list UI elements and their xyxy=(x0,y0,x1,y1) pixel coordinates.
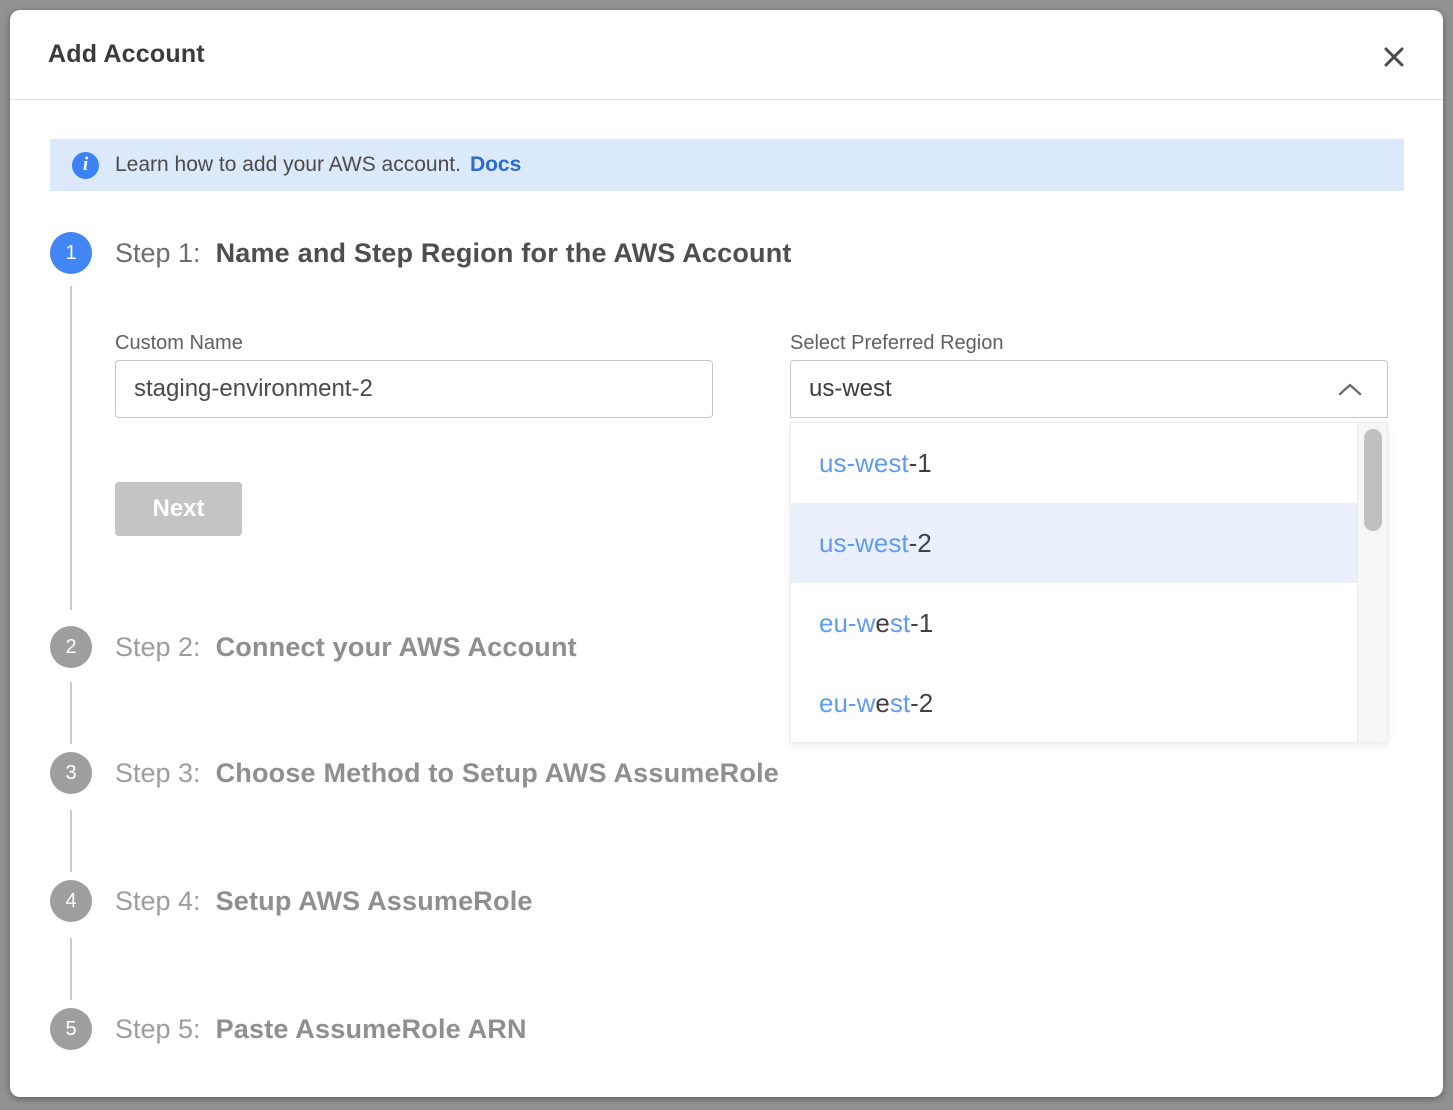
step1-indicator: 1 xyxy=(50,232,92,274)
dropdown-scrollbar-thumb[interactable] xyxy=(1364,429,1382,531)
docs-link[interactable]: Docs xyxy=(470,153,521,177)
step2-label: Step 2: xyxy=(115,632,201,663)
step5-label: Step 5: xyxy=(115,1014,201,1045)
step5-indicator: 5 xyxy=(50,1008,92,1050)
chevron-up-icon xyxy=(1337,381,1363,397)
custom-name-label: Custom Name xyxy=(115,332,243,355)
step4-title: Setup AWS AssumeRole xyxy=(216,886,533,917)
region-select-value: us-west xyxy=(809,375,892,403)
region-option[interactable]: eu-west-2 xyxy=(791,663,1358,743)
dropdown-scrollbar-track[interactable] xyxy=(1357,423,1387,742)
modal-header: Add Account xyxy=(10,10,1443,100)
custom-name-input[interactable] xyxy=(115,360,713,418)
step1-heading: Step 1: Name and Step Region for the AWS… xyxy=(115,232,792,274)
step2-heading: Step 2: Connect your AWS Account xyxy=(115,626,577,668)
step3-label: Step 3: xyxy=(115,758,201,789)
step3-heading: Step 3: Choose Method to Setup AWS Assume… xyxy=(115,752,779,794)
step3-title: Choose Method to Setup AWS AssumeRole xyxy=(216,758,779,789)
step1-connector-line xyxy=(70,286,72,610)
close-button[interactable] xyxy=(1377,40,1411,74)
region-label: Select Preferred Region xyxy=(790,332,1003,355)
region-option[interactable]: us-west-2 xyxy=(791,503,1358,583)
add-account-modal: Add Account i Learn how to add your AWS … xyxy=(10,10,1443,1097)
region-option[interactable]: eu-west-1 xyxy=(791,583,1358,663)
region-select[interactable]: us-west xyxy=(790,360,1388,418)
next-button[interactable]: Next xyxy=(115,482,242,536)
step-connector-line xyxy=(70,682,72,744)
region-options: us-west-1us-west-2eu-west-1eu-west-2 xyxy=(791,423,1387,743)
region-option[interactable]: us-west-1 xyxy=(791,423,1358,503)
close-icon xyxy=(1382,45,1406,69)
info-banner: i Learn how to add your AWS account. Doc… xyxy=(50,139,1404,191)
step4-label: Step 4: xyxy=(115,886,201,917)
step2-indicator: 2 xyxy=(50,626,92,668)
step5-title: Paste AssumeRole ARN xyxy=(216,1014,527,1045)
modal-title: Add Account xyxy=(48,40,205,69)
step5-heading: Step 5: Paste AssumeRole ARN xyxy=(115,1008,527,1050)
step4-indicator: 4 xyxy=(50,880,92,922)
info-icon: i xyxy=(72,152,99,179)
banner-text: Learn how to add your AWS account. xyxy=(115,153,461,177)
step-connector-line xyxy=(70,810,72,872)
step1-label: Step 1: xyxy=(115,238,201,269)
step2-title: Connect your AWS Account xyxy=(216,632,577,663)
step4-heading: Step 4: Setup AWS AssumeRole xyxy=(115,880,533,922)
step3-indicator: 3 xyxy=(50,752,92,794)
region-dropdown: us-west-1us-west-2eu-west-1eu-west-2 xyxy=(790,422,1388,743)
step1-title: Name and Step Region for the AWS Account xyxy=(216,238,792,269)
step-connector-line xyxy=(70,938,72,1000)
